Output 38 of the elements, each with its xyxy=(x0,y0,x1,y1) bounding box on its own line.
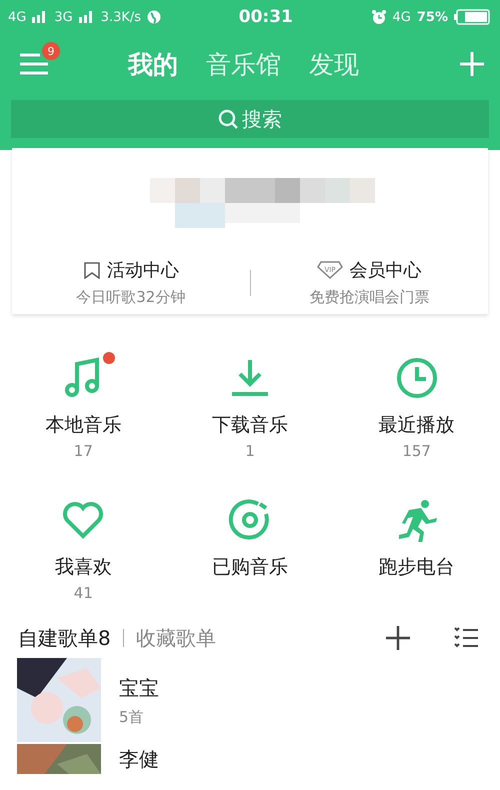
network-speed: 3.3K/s xyxy=(100,10,142,24)
globe-icon xyxy=(147,10,162,24)
link-subtitle: 今日听歌32分钟 xyxy=(76,288,186,307)
shortcut-label[interactable]: 已购音乐 xyxy=(212,554,288,580)
item-count: 157 xyxy=(402,442,431,460)
shortcut-label[interactable]: 最近播放 xyxy=(378,412,455,438)
search-icon xyxy=(218,109,238,129)
battery-icon xyxy=(454,9,490,25)
shortcut-label[interactable]: 下载音乐 xyxy=(212,412,288,438)
disc-icon[interactable] xyxy=(228,498,272,542)
playlist-name[interactable]: 宝宝 xyxy=(119,675,159,702)
playlist-tab[interactable]: 自建歌单8 xyxy=(18,624,111,652)
shortcut-label[interactable]: 跑步电台 xyxy=(378,554,455,580)
search-placeholder: 搜索 xyxy=(242,106,282,132)
clock-icon[interactable] xyxy=(394,356,439,400)
signal-icon xyxy=(78,11,95,23)
item-count: 1 xyxy=(245,442,255,460)
shortcut-label[interactable]: 我喜欢 xyxy=(54,554,112,580)
item-count: 17 xyxy=(74,442,93,460)
link-title[interactable]: 活动中心 xyxy=(106,258,179,282)
network-label: 4G xyxy=(8,10,26,24)
link-title[interactable]: 会员中心 xyxy=(349,258,422,282)
network-label: 4G xyxy=(392,10,411,24)
link-subtitle: 免费抢演唱会门票 xyxy=(309,288,430,307)
flag-icon xyxy=(82,261,101,279)
list-menu-icon[interactable] xyxy=(454,626,478,650)
add-icon[interactable] xyxy=(386,626,410,650)
clock-time: 00:31 xyxy=(238,7,293,27)
item-count: 41 xyxy=(74,584,93,602)
shortcut-label[interactable]: 本地音乐 xyxy=(45,412,122,438)
alarm-icon xyxy=(370,9,387,25)
battery-percent: 75% xyxy=(416,10,448,24)
notification-badge: 9 xyxy=(42,42,60,60)
playlist-name[interactable]: 李健 xyxy=(119,746,159,772)
playlist-tab[interactable]: 收藏歌单 xyxy=(136,624,216,652)
network-label: 3G xyxy=(54,10,73,24)
menu-icon[interactable] xyxy=(20,52,48,76)
song-count: 5首 xyxy=(119,708,145,727)
